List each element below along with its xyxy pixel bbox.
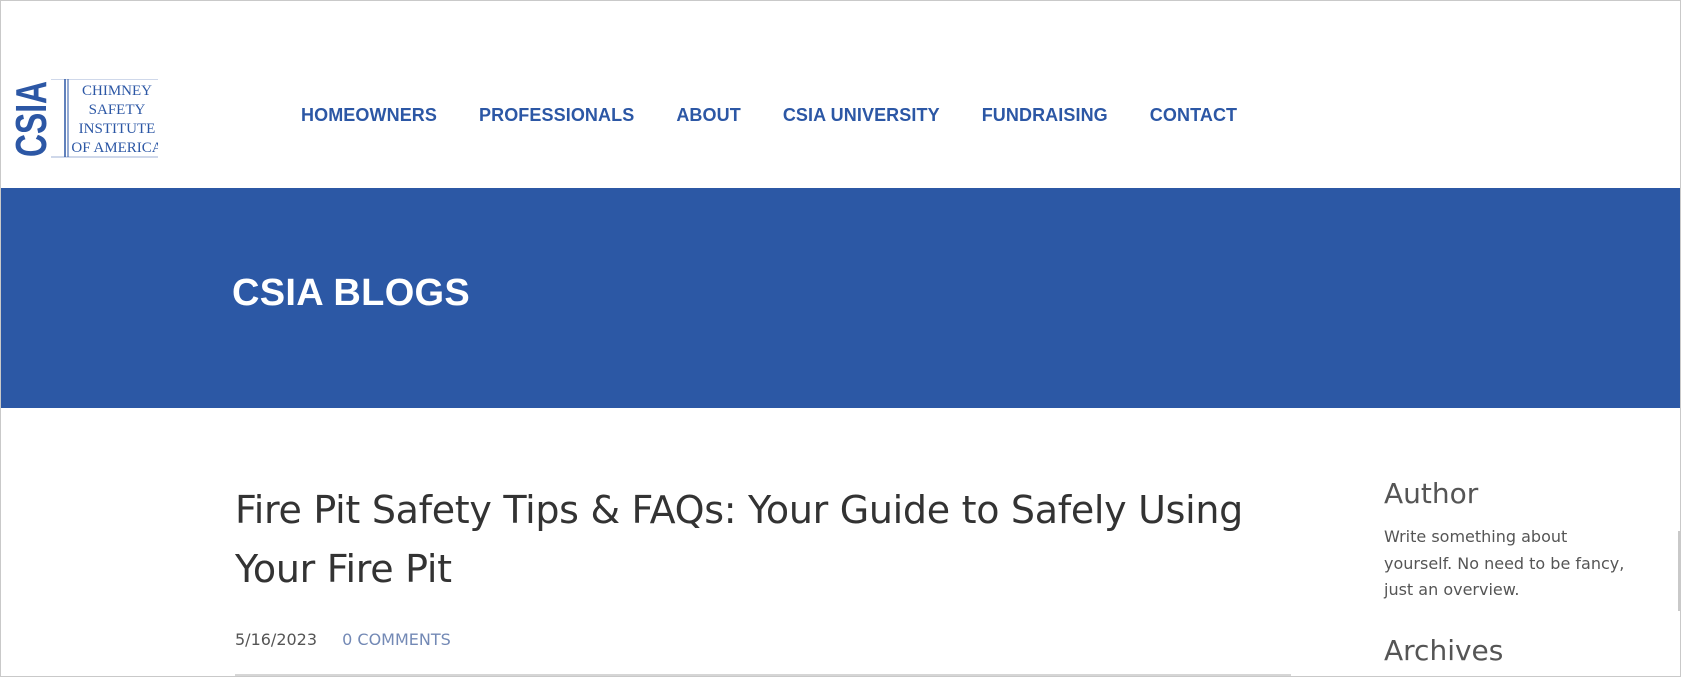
site-header: CSIA CHIMNEY SAFETY INSTITUTE OF AMERICA… [1,1,1680,188]
nav-item-contact[interactable]: CONTACT [1150,105,1237,126]
post-meta: 5/16/2023 0 COMMENTS [235,630,451,649]
scrollbar-edge [1678,531,1680,611]
logo-monogram: CSIA [13,81,56,157]
page-banner: CSIA BLOGS [1,188,1680,408]
post-title[interactable]: Fire Pit Safety Tips & FAQs: Your Guide … [235,481,1295,599]
logo-line-2: SAFETY [89,102,146,118]
logo-line-4: OF AMERICA [71,140,158,156]
csia-logo-graphic: CSIA CHIMNEY SAFETY INSTITUTE OF AMERICA [13,79,158,158]
nav-item-homeowners[interactable]: HOMEOWNERS [301,105,437,126]
logo-line-1: CHIMNEY [82,83,152,99]
sidebar: Author Write something about yourself. N… [1384,477,1634,667]
post-date: 5/16/2023 [235,630,318,649]
logo-line-3: INSTITUTE [79,121,156,137]
page-title: CSIA BLOGS [232,272,471,314]
nav-item-professionals[interactable]: PROFESSIONALS [479,105,634,126]
nav-item-fundraising[interactable]: FUNDRAISING [982,105,1108,126]
page: CSIA CHIMNEY SAFETY INSTITUTE OF AMERICA… [0,0,1681,677]
author-text: Write something about yourself. No need … [1384,527,1625,599]
post-divider [235,674,1291,676]
main-nav: HOMEOWNERS PROFESSIONALS ABOUT CSIA UNIV… [301,105,1279,126]
comments-link[interactable]: 0 COMMENTS [342,630,451,649]
nav-item-csia-university[interactable]: CSIA UNIVERSITY [783,105,940,126]
nav-item-about[interactable]: ABOUT [676,105,741,126]
archives-heading: Archives [1384,633,1504,667]
author-heading: Author [1384,477,1479,510]
csia-logo[interactable]: CSIA CHIMNEY SAFETY INSTITUTE OF AMERICA [13,79,158,159]
